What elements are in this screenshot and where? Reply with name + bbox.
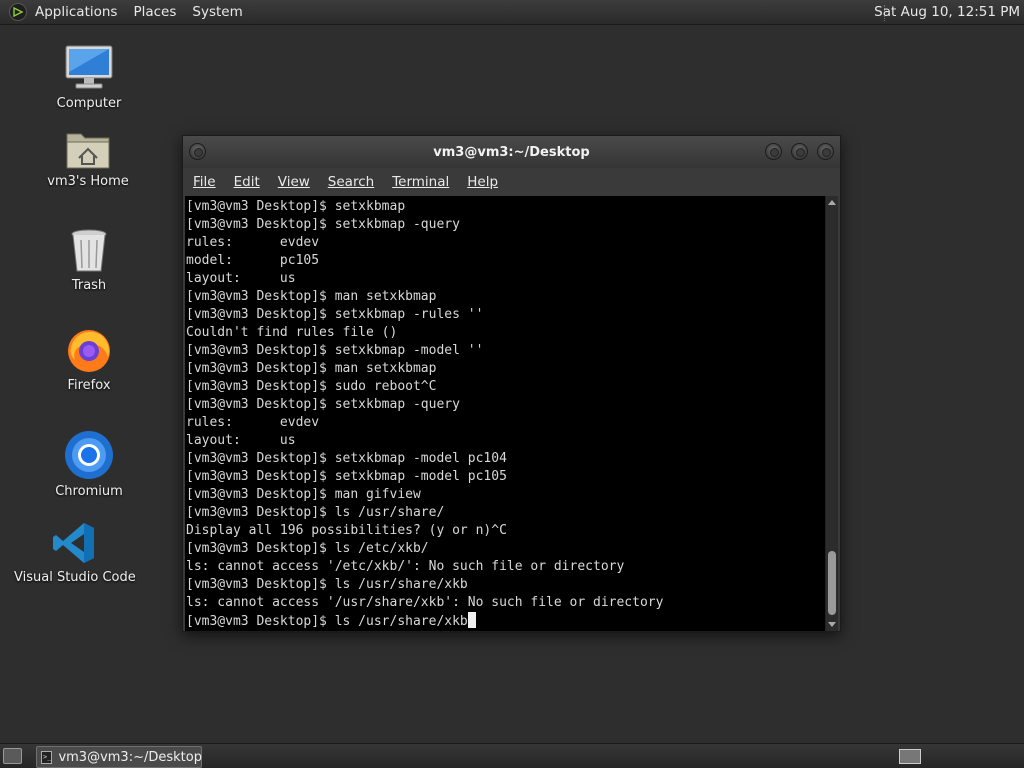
menu-terminal[interactable]: Terminal (392, 174, 449, 190)
terminal-line: [vm3@vm3 Desktop]$ setxkbmap -query (186, 217, 460, 232)
minimize-button[interactable] (765, 143, 782, 160)
home-folder-icon (66, 133, 110, 169)
menu-terminal-label: Terminal (392, 174, 450, 190)
taskbar-button-label: vm3@vm3:~/Desktop (58, 749, 202, 765)
menu-file[interactable]: File (193, 174, 216, 190)
desktop-icon-vscode[interactable]: Visual Studio Code (14, 520, 136, 585)
terminal-icon: >_ (41, 750, 53, 764)
desktop-icon-firefox[interactable]: Firefox (48, 326, 130, 393)
clock[interactable]: Sat Aug 10, 12:51 PM (874, 4, 1020, 20)
terminal-scrollbar[interactable] (825, 196, 838, 631)
terminal-line: rules: evdev (186, 415, 320, 430)
menu-search[interactable]: Search (328, 174, 374, 190)
desktop-icon-trash[interactable]: Trash (48, 228, 130, 293)
terminal-line: [vm3@vm3 Desktop]$ ls /etc/xkb/ (186, 541, 429, 556)
workspace-switcher[interactable] (899, 749, 921, 764)
terminal-line: [vm3@vm3 Desktop]$ man setxkbmap (186, 289, 437, 304)
desktop-icon-chromium[interactable]: Chromium (35, 430, 143, 499)
terminal-line: [vm3@vm3 Desktop]$ sudo reboot^C (186, 379, 437, 394)
window-title: vm3@vm3:~/Desktop (433, 144, 590, 160)
top-panel: Applications Places System Sat Aug 10, 1… (0, 0, 1024, 25)
menu-search-label: Search (327, 174, 375, 190)
desktop-icon-label: Chromium (55, 484, 123, 499)
close-button[interactable] (817, 143, 834, 160)
taskbar-button-terminal[interactable]: >_ vm3@vm3:~/Desktop (36, 746, 202, 768)
menu-edit[interactable]: Edit (234, 174, 260, 190)
terminal-line: [vm3@vm3 Desktop]$ setxkbmap -query (186, 397, 460, 412)
desktop-icon-label: vm3's Home (47, 174, 129, 189)
menu-places[interactable]: Places (125, 4, 184, 20)
terminal-line: rules: evdev (186, 235, 320, 250)
terminal-line: layout: us (186, 271, 296, 286)
chromium-icon (65, 431, 113, 479)
menu-system[interactable]: System (184, 4, 250, 20)
menu-file-label: File (193, 174, 216, 190)
desktop-icon-label: Computer (56, 96, 122, 111)
menu-view-label: View (277, 174, 310, 190)
distro-logo-icon[interactable] (9, 3, 27, 21)
terminal-menubar: File Edit View Search Terminal Help (183, 168, 840, 196)
scroll-up-arrow-icon[interactable] (828, 200, 836, 205)
terminal-line: [vm3@vm3 Desktop]$ setxkbmap -rules '' (186, 307, 484, 322)
terminal-line: model: pc105 (186, 253, 320, 268)
terminal-current-input: [vm3@vm3 Desktop]$ ls /usr/share/xkb (186, 614, 468, 629)
terminal-line: [vm3@vm3 Desktop]$ ls /usr/share/xkb (186, 577, 468, 592)
desktop-icon-label: Visual Studio Code (14, 570, 136, 585)
terminal-line: [vm3@vm3 Desktop]$ man gifview (186, 487, 421, 502)
terminal-line: Couldn't find rules file () (186, 325, 398, 340)
desktop-icon-label: Firefox (67, 378, 111, 393)
scrollbar-thumb[interactable] (828, 551, 836, 615)
terminal-line: [vm3@vm3 Desktop]$ ls /usr/share/ (186, 505, 445, 520)
terminal-line: layout: us (186, 433, 296, 448)
terminal-line: ls: cannot access '/usr/share/xkb': No s… (186, 595, 664, 610)
computer-icon (65, 45, 113, 89)
terminal-line: ls: cannot access '/etc/xkb/': No such f… (186, 559, 625, 574)
menu-help[interactable]: Help (467, 174, 498, 190)
desktop-icon-label: Trash (71, 278, 107, 293)
terminal-output[interactable]: [vm3@vm3 Desktop]$ setxkbmap [vm3@vm3 De… (185, 196, 827, 631)
menu-applications[interactable]: Applications (33, 4, 125, 20)
menu-edit-label: Edit (233, 174, 260, 190)
terminal-line: [vm3@vm3 Desktop]$ man setxkbmap (186, 361, 437, 376)
trash-icon (71, 229, 107, 272)
menu-help-label: Help (467, 174, 499, 190)
vscode-icon (53, 523, 94, 563)
desktop-icon-computer[interactable]: Computer (48, 44, 130, 111)
desktop-icon-home[interactable]: vm3's Home (40, 128, 136, 189)
firefox-icon (68, 330, 110, 372)
terminal-line: [vm3@vm3 Desktop]$ setxkbmap -model pc10… (186, 469, 507, 484)
scroll-down-arrow-icon[interactable] (828, 622, 836, 627)
text-cursor (467, 612, 476, 628)
menu-view[interactable]: View (278, 174, 310, 190)
terminal-line: [vm3@vm3 Desktop]$ setxkbmap (186, 199, 406, 214)
show-desktop-button[interactable] (3, 748, 22, 764)
terminal-line: [vm3@vm3 Desktop]$ setxkbmap -model '' (186, 343, 484, 358)
window-titlebar[interactable]: vm3@vm3:~/Desktop (183, 136, 840, 168)
terminal-line: [vm3@vm3 Desktop]$ setxkbmap -model pc10… (186, 451, 507, 466)
bottom-panel: >_ vm3@vm3:~/Desktop (0, 743, 1024, 768)
terminal-window[interactable]: vm3@vm3:~/Desktop File Edit View Search … (182, 135, 841, 632)
terminal-input-line[interactable]: [vm3@vm3 Desktop]$ ls /usr/share/xkb (186, 612, 827, 630)
window-menu-icon[interactable] (189, 143, 206, 160)
terminal-line: Display all 196 possibilities? (y or n)^… (186, 523, 507, 538)
maximize-button[interactable] (791, 143, 808, 160)
